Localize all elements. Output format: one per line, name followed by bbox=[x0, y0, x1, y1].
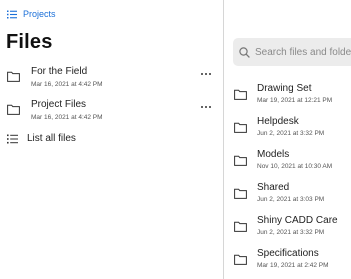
folder-date: Jun 2, 2021 at 3:32 PM bbox=[257, 229, 325, 236]
folder-date: Mar 16, 2021 at 4:42 PM bbox=[31, 114, 103, 121]
folder-date: Jun 2, 2021 at 3:03 PM bbox=[257, 196, 325, 203]
folder-icon bbox=[234, 122, 247, 133]
page-title: Files bbox=[6, 31, 53, 53]
folder-icon bbox=[234, 155, 247, 166]
folder-name: Shared bbox=[257, 182, 290, 193]
folder-date: Jun 2, 2021 at 3:32 PM bbox=[257, 130, 325, 137]
folder-icon bbox=[7, 104, 20, 115]
list-icon bbox=[7, 134, 18, 144]
breadcrumb-label: Projects bbox=[23, 9, 56, 19]
list-all-files-button[interactable]: List all files bbox=[0, 128, 223, 150]
right-pane: Drawing Set Mar 19, 2021 at 12:21 PM Hel… bbox=[224, 0, 351, 279]
left-pane: Projects Files For the Field Mar 16, 202… bbox=[0, 0, 223, 279]
search-input[interactable] bbox=[255, 46, 351, 58]
list-icon bbox=[7, 10, 17, 18]
folder-row[interactable]: Drawing Set Mar 19, 2021 at 12:21 PM bbox=[224, 81, 351, 114]
breadcrumb-projects[interactable]: Projects bbox=[7, 8, 56, 20]
folder-name: Project Files bbox=[31, 99, 87, 110]
folder-name: Shiny CADD Care bbox=[257, 215, 338, 226]
folder-name: For the Field bbox=[31, 66, 88, 77]
more-options-icon[interactable] bbox=[199, 100, 213, 114]
folder-name: Drawing Set bbox=[257, 83, 312, 94]
folder-date: Mar 16, 2021 at 4:42 PM bbox=[31, 81, 103, 88]
folder-row[interactable]: Shared Jun 2, 2021 at 3:03 PM bbox=[224, 180, 351, 213]
folder-date: Nov 10, 2021 at 10:30 AM bbox=[257, 163, 333, 170]
folder-icon bbox=[234, 221, 247, 232]
search-icon bbox=[239, 46, 250, 58]
folder-icon bbox=[234, 89, 247, 100]
folder-list-right: Drawing Set Mar 19, 2021 at 12:21 PM Hel… bbox=[224, 81, 351, 279]
folder-name: Models bbox=[257, 149, 290, 160]
search-bar[interactable] bbox=[233, 38, 351, 66]
folder-list-left: For the Field Mar 16, 2021 at 4:42 PM Pr… bbox=[0, 62, 223, 128]
folder-date: Mar 19, 2021 at 2:42 PM bbox=[257, 262, 329, 269]
list-all-files-label: List all files bbox=[27, 133, 76, 144]
folder-date: Mar 19, 2021 at 12:21 PM bbox=[257, 97, 333, 104]
folder-row[interactable]: Shiny CADD Care Jun 2, 2021 at 3:32 PM bbox=[224, 213, 351, 246]
folder-icon bbox=[234, 188, 247, 199]
folder-row[interactable]: For the Field Mar 16, 2021 at 4:42 PM bbox=[0, 62, 223, 95]
more-options-icon[interactable] bbox=[199, 67, 213, 81]
folder-row[interactable]: Specifications Mar 19, 2021 at 2:42 PM bbox=[224, 246, 351, 279]
folder-row[interactable]: Models Nov 10, 2021 at 10:30 AM bbox=[224, 147, 351, 180]
folder-name: Specifications bbox=[257, 248, 319, 259]
folder-icon bbox=[7, 71, 20, 82]
folder-name: Helpdesk bbox=[257, 116, 299, 127]
folder-row[interactable]: Helpdesk Jun 2, 2021 at 3:32 PM bbox=[224, 114, 351, 147]
folder-icon bbox=[234, 254, 247, 265]
folder-row[interactable]: Project Files Mar 16, 2021 at 4:42 PM bbox=[0, 95, 223, 128]
